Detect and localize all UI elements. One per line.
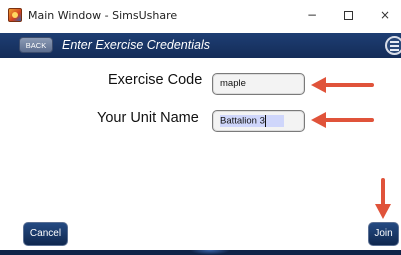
- maximize-button[interactable]: [333, 4, 363, 26]
- window-title: Main Window - SimsUshare: [28, 9, 178, 22]
- maximize-icon: [343, 11, 353, 20]
- bottom-bar-glow: [190, 250, 230, 255]
- exercise-code-input[interactable]: maple: [212, 73, 305, 95]
- unit-name-input[interactable]: Battalion 3: [212, 110, 305, 132]
- menu-button[interactable]: [385, 36, 401, 55]
- exercise-code-value: maple: [220, 78, 246, 89]
- join-button[interactable]: Join: [368, 222, 399, 246]
- text-cursor: [264, 115, 266, 127]
- annotation-arrow-down-icon: [375, 178, 391, 219]
- annotation-arrow-left-icon: [311, 112, 374, 128]
- annotation-arrow-left-icon: [311, 77, 374, 93]
- unit-name-value: Battalion 3: [220, 115, 284, 127]
- cancel-button[interactable]: Cancel: [23, 222, 68, 246]
- app-icon: [8, 8, 22, 22]
- app-header: BACK Enter Exercise Credentials: [0, 33, 401, 58]
- back-button[interactable]: BACK: [19, 37, 53, 53]
- exercise-code-label: Exercise Code: [108, 72, 203, 88]
- window-titlebar: Main Window - SimsUshare − ×: [0, 0, 401, 30]
- bottom-bar: [0, 250, 401, 255]
- unit-name-label: Your Unit Name: [97, 110, 199, 126]
- minimize-button[interactable]: −: [297, 4, 327, 26]
- page-title: Enter Exercise Credentials: [62, 38, 210, 52]
- close-button[interactable]: ×: [370, 4, 400, 26]
